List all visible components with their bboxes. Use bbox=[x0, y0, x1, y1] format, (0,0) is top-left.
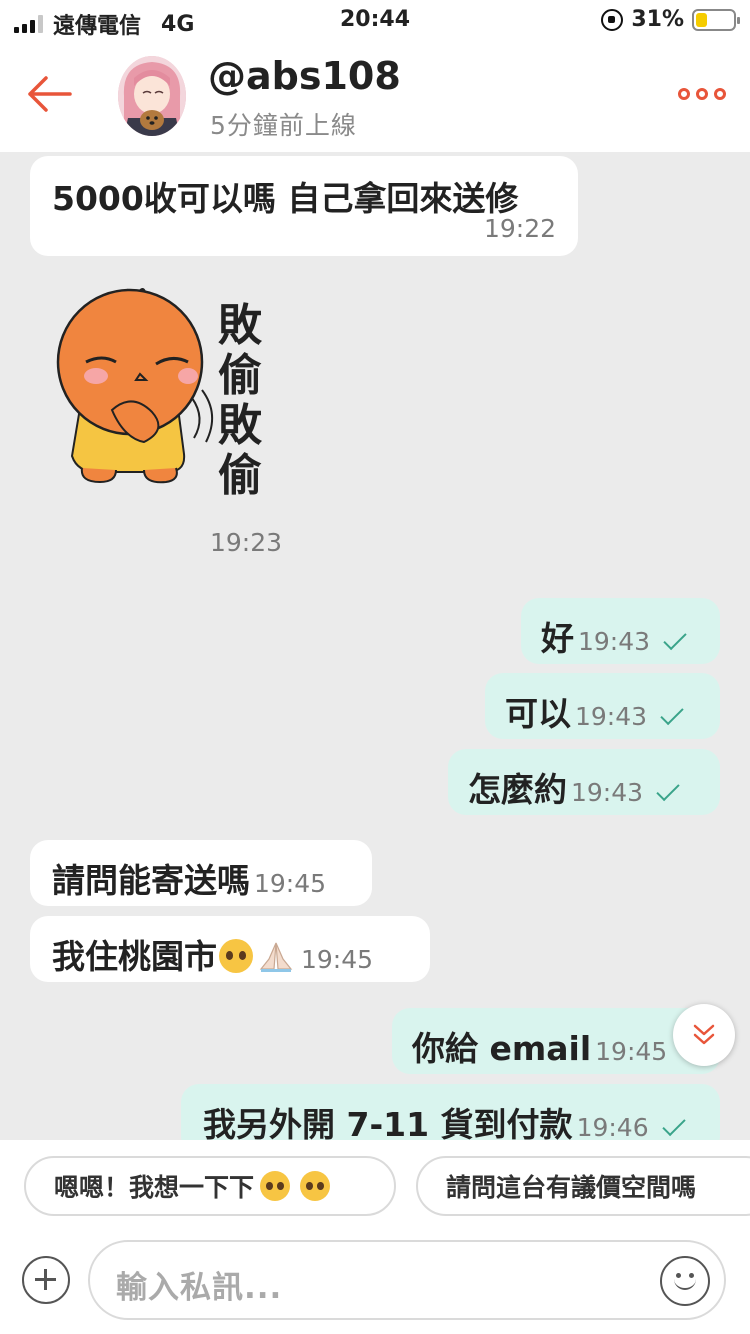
svg-text:偷: 偷 bbox=[218, 350, 262, 401]
svg-text:偷: 偷 bbox=[218, 450, 262, 498]
sent-check-icon bbox=[656, 777, 680, 802]
message-outgoing[interactable]: 你給 email 19:45 bbox=[392, 1008, 720, 1074]
back-arrow-icon[interactable] bbox=[26, 74, 72, 114]
quick-reply-label: 嗯嗯！我想一下下 bbox=[54, 1173, 255, 1202]
quick-reply-chip[interactable]: 請問這台有議價空間嗎 bbox=[416, 1156, 750, 1216]
message-time: 19:23 bbox=[210, 528, 283, 557]
add-attachment-icon[interactable] bbox=[22, 1256, 70, 1304]
sent-check-icon bbox=[663, 626, 687, 651]
sticker-caption: 敗 偷 敗 偷 bbox=[218, 300, 263, 498]
message-text: 好 bbox=[541, 619, 574, 658]
status-right: 31% bbox=[601, 7, 740, 32]
svg-text:敗: 敗 bbox=[218, 300, 263, 351]
message-time: 19:45 bbox=[595, 1037, 668, 1066]
message-time: 19:45 bbox=[301, 945, 374, 974]
battery-percent: 31% bbox=[631, 7, 684, 32]
message-time: 19:22 bbox=[483, 214, 556, 243]
quick-reply-label: 請問這台有議價空間嗎 bbox=[446, 1173, 697, 1202]
quick-replies: 嗯嗯！我想一下下 請問這台有議價空間嗎 bbox=[0, 1140, 750, 1240]
message-text: 我另外開 7-11 貨到付款 bbox=[203, 1105, 573, 1140]
message-text: 5000收可以嗎 自己拿回來送修 bbox=[52, 179, 519, 218]
message-input-bar: 輸入私訊... bbox=[0, 1240, 750, 1334]
avatar[interactable] bbox=[118, 56, 186, 136]
scroll-to-bottom-button[interactable] bbox=[673, 1004, 735, 1066]
message-input-placeholder: 輸入私訊... bbox=[116, 1270, 283, 1306]
sent-check-icon bbox=[660, 701, 684, 726]
message-text: 我住桃園市 bbox=[52, 937, 217, 976]
message-incoming[interactable]: 請問能寄送嗎 19:45 bbox=[30, 840, 372, 906]
message-time: 19:45 bbox=[254, 869, 327, 898]
message-time: 19:43 bbox=[575, 702, 648, 731]
message-text: 你給 email bbox=[412, 1029, 592, 1068]
status-bar: 遠傳電信 4G 20:44 31% bbox=[0, 0, 750, 40]
message-incoming[interactable]: 我住桃園市 19:45 bbox=[30, 916, 430, 982]
message-time: 19:43 bbox=[578, 627, 651, 656]
rotation-lock-icon bbox=[601, 8, 624, 31]
chat-messages[interactable]: 5000收可以嗎 自己拿回來送修 19:22 敗 偷 敗 偷 19:23 好 19… bbox=[0, 152, 750, 1140]
message-outgoing[interactable]: 我另外開 7-11 貨到付款 19:46 bbox=[181, 1084, 720, 1140]
emoji-picker-icon[interactable] bbox=[660, 1256, 710, 1306]
battery-icon bbox=[692, 8, 740, 31]
tearful-smile-emoji-icon bbox=[219, 939, 253, 973]
quick-reply-chip[interactable]: 嗯嗯！我想一下下 bbox=[24, 1156, 396, 1216]
message-incoming[interactable]: 5000收可以嗎 自己拿回來送修 19:22 bbox=[30, 156, 578, 256]
message-input[interactable]: 輸入私訊... bbox=[88, 1240, 726, 1320]
sent-check-icon bbox=[661, 1112, 686, 1137]
message-time: 19:43 bbox=[571, 778, 644, 807]
message-outgoing[interactable]: 好 19:43 bbox=[521, 598, 720, 664]
message-time: 19:46 bbox=[576, 1113, 649, 1140]
message-outgoing[interactable]: 怎麼約 19:43 bbox=[448, 749, 720, 815]
online-status: 5分鐘前上線 bbox=[210, 111, 357, 140]
message-text: 可以 bbox=[505, 694, 571, 733]
double-chevron-down-icon bbox=[693, 1024, 715, 1045]
chat-username[interactable]: @abs108 bbox=[208, 54, 401, 98]
chat-header: @abs108 5分鐘前上線 bbox=[0, 40, 750, 152]
message-text: 請問能寄送嗎 bbox=[52, 861, 250, 900]
more-options-icon[interactable] bbox=[678, 88, 726, 100]
svg-text:敗: 敗 bbox=[218, 400, 263, 451]
pleading-face-emoji-icon bbox=[260, 1171, 291, 1201]
praying-hands-emoji-icon bbox=[259, 942, 293, 972]
message-outgoing[interactable]: 可以 19:43 bbox=[485, 673, 720, 739]
sticker-image[interactable]: 敗 偷 敗 偷 bbox=[52, 278, 272, 498]
pleading-face-emoji-icon bbox=[300, 1171, 331, 1201]
message-text: 怎麼約 bbox=[468, 770, 567, 809]
